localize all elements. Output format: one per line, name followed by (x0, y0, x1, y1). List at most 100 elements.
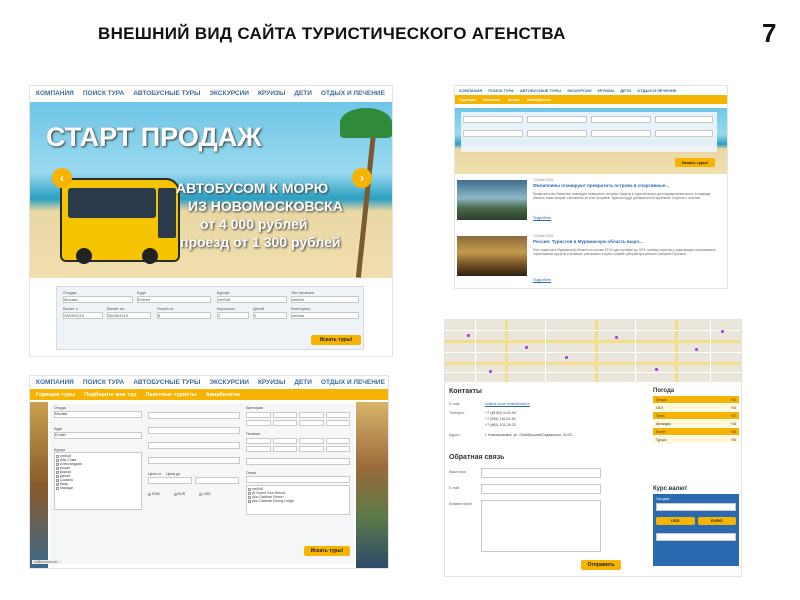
city-map[interactable] (445, 320, 741, 382)
nav-item[interactable]: АВТОБУСНЫЕ ТУРЫ (520, 88, 561, 93)
currency-eur-radio[interactable]: EUR (173, 492, 185, 496)
currency-rub-radio[interactable]: RUB (148, 492, 160, 496)
map-pin[interactable] (525, 346, 528, 349)
mini-adults-select[interactable] (591, 130, 651, 137)
nav-item-kids[interactable]: ДЕТИ (294, 90, 312, 97)
nav-item[interactable]: ЭКСКУРСИИ (209, 379, 249, 386)
nav-item-company[interactable]: КОМПАНИЯ (36, 90, 74, 97)
map-pin[interactable] (695, 348, 698, 351)
nav-item[interactable]: ОТДЫХ И ЛЕЧЕНИЕ (637, 88, 676, 93)
tab-sales[interactable]: Акции (507, 97, 519, 102)
nav-item-bus[interactable]: АВТОБУСНЫЕ ТУРЫ (133, 90, 200, 97)
meal-checkbox[interactable] (272, 438, 297, 444)
nav-item-search[interactable]: ПОИСК ТУРА (83, 90, 124, 97)
category-select[interactable]: любая (291, 312, 359, 319)
hotel-search-input[interactable] (246, 476, 350, 483)
news-more-link[interactable]: Подробнее (533, 216, 551, 220)
nav-item[interactable]: КОМПАНИЯ (459, 88, 482, 93)
tab-hot-tours[interactable]: Горящие туры (36, 392, 75, 398)
category-checkbox[interactable] (325, 412, 350, 418)
mini-from-select[interactable] (463, 116, 523, 123)
map-pin[interactable] (721, 330, 724, 333)
meal-checkbox[interactable] (246, 446, 271, 452)
date-to-input[interactable]: 05/06/2015 (107, 312, 151, 319)
min-rating-select[interactable] (246, 458, 350, 465)
name-input[interactable] (481, 468, 601, 478)
category-checkbox[interactable] (272, 412, 297, 418)
currency-usd-radio[interactable]: USD (199, 492, 211, 496)
kids-select[interactable]: 0 (253, 312, 287, 319)
meal-checkbox[interactable] (272, 446, 297, 452)
tab-avia[interactable]: Авиабилеты (206, 392, 240, 398)
nav-item[interactable]: ДЕТИ (620, 88, 631, 93)
mini-search-button[interactable]: Искать туры! (675, 158, 715, 167)
currency-euro-button[interactable]: EURO (697, 517, 736, 525)
nav-item-excursions[interactable]: ЭКСКУРСИИ (209, 90, 249, 97)
news-more-link[interactable]: Подробнее (533, 278, 551, 282)
nav-item[interactable]: ЭКСКУРСИИ (567, 88, 591, 93)
map-pin[interactable] (489, 370, 492, 373)
map-pin[interactable] (615, 336, 618, 339)
nav-item-cruises[interactable]: КРУИЗЫ (258, 90, 285, 97)
send-button[interactable]: Отправить (581, 560, 621, 570)
nav-item[interactable]: АВТОБУСНЫЕ ТУРЫ (133, 379, 200, 386)
nights-select[interactable] (148, 427, 240, 434)
to-select[interactable]: Египет (54, 432, 142, 439)
meal-checkbox[interactable] (246, 438, 271, 444)
currency-usd-button[interactable]: USD (656, 517, 695, 525)
news-title[interactable]: Филиппины планируют превратить острова в… (533, 183, 719, 188)
kids-age-select[interactable] (148, 457, 240, 464)
map-pin[interactable] (565, 356, 568, 359)
promo-banner[interactable]: СТАРТ ПРОДАЖ АВТОБУСОМ К МОРЮ ИЗ НОВОМОС… (30, 102, 392, 278)
mini-date-to-input[interactable] (527, 130, 587, 137)
comment-textarea[interactable] (481, 500, 601, 552)
price-to-input[interactable] (195, 477, 239, 484)
date-from-input[interactable] (148, 412, 240, 419)
resort-option[interactable]: Макади (56, 486, 140, 490)
news-title[interactable]: Россия: Туристов в Мурманскую область вы… (533, 239, 719, 244)
email-link[interactable]: kolibria-tours-nmsk@mail.ru (485, 402, 530, 406)
category-checkbox[interactable] (299, 412, 324, 418)
adults-select[interactable] (148, 442, 240, 449)
nav-item[interactable]: ОТДЫХ И ЛЕЧЕНИЕ (321, 379, 385, 386)
currency-result-input[interactable] (656, 533, 736, 541)
meal-checkbox[interactable] (325, 438, 350, 444)
search-tours-button[interactable]: Искать туры! (311, 335, 361, 345)
adults-select[interactable]: 2 (217, 312, 249, 319)
category-checkbox[interactable] (325, 420, 350, 426)
mini-meal-select[interactable] (655, 116, 713, 123)
tab-bus[interactable]: Автобусные (527, 97, 551, 102)
tab-hot[interactable]: Горящие (459, 97, 476, 102)
date-from-input[interactable]: 28/05/2015 (63, 312, 103, 319)
mail-input[interactable] (481, 484, 601, 494)
map-pin[interactable] (467, 334, 470, 337)
mini-resort-select[interactable] (591, 116, 651, 123)
resort-select[interactable]: любой (217, 296, 287, 303)
mini-category-select[interactable] (655, 130, 713, 137)
from-select[interactable]: Москва (63, 296, 133, 303)
map-pin[interactable] (655, 368, 658, 371)
tab-package[interactable]: Пакетные туристы (146, 392, 197, 398)
category-checkbox[interactable] (272, 420, 297, 426)
nav-item[interactable]: КОМПАНИЯ (36, 379, 74, 386)
mini-date-input[interactable] (463, 130, 523, 137)
nav-item[interactable]: ПОИСК ТУРА (488, 88, 513, 93)
from-select[interactable]: Москва (54, 411, 142, 418)
meal-select[interactable]: любое (291, 296, 359, 303)
category-checkbox[interactable] (299, 420, 324, 426)
meal-checkbox[interactable] (325, 446, 350, 452)
mini-to-select[interactable] (527, 116, 587, 123)
nav-item-rest[interactable]: ОТДЫХ И ЛЕЧЕНИЕ (321, 90, 385, 97)
price-from-input[interactable] (148, 477, 192, 484)
meal-checkbox[interactable] (299, 446, 324, 452)
tab-new[interactable]: Новинки (483, 97, 500, 102)
slider-prev-button[interactable]: ‹ (52, 168, 72, 188)
to-select[interactable]: Египет (137, 296, 211, 303)
nav-item[interactable]: КРУИЗЫ (258, 379, 285, 386)
meal-checkbox[interactable] (299, 438, 324, 444)
category-checkbox[interactable] (246, 412, 271, 418)
nights-select[interactable]: 6 (157, 312, 211, 319)
currency-amount-input[interactable] (656, 503, 736, 511)
category-checkbox[interactable] (246, 420, 271, 426)
nav-item[interactable]: ПОИСК ТУРА (83, 379, 124, 386)
